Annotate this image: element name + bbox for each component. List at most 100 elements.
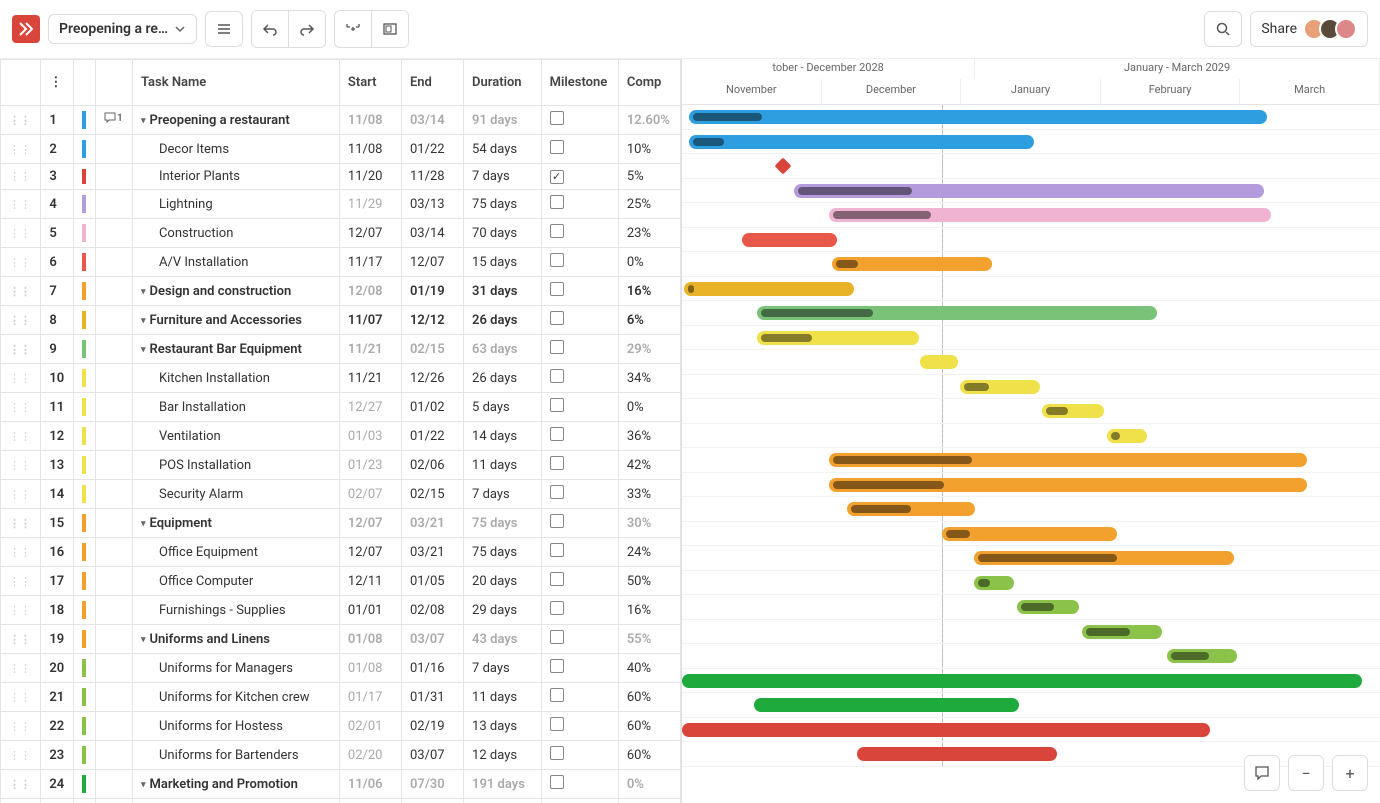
expand-icon[interactable]: ▾ [141,116,146,126]
drag-handle-icon[interactable]: ⋮⋮ [9,285,31,298]
task-completion[interactable]: 10% [618,135,680,164]
table-row[interactable]: ⋮⋮ 20 Uniforms for Managers 01/08 01/16 … [1,654,681,683]
gantt-row[interactable] [682,399,1380,424]
gantt-bar[interactable] [974,551,1234,565]
task-duration[interactable]: 75 days [464,538,542,567]
gantt-bar[interactable] [974,576,1014,590]
gantt-bar[interactable] [1082,625,1162,639]
gantt-row[interactable] [682,718,1380,743]
gantt-bar[interactable] [829,208,1271,222]
task-completion[interactable]: 16% [618,596,680,625]
drag-handle-icon[interactable]: ⋮⋮ [9,198,31,211]
milestone-diamond[interactable] [775,158,792,175]
table-row[interactable]: ⋮⋮ 14 Security Alarm 02/07 02/15 7 days … [1,480,681,509]
drag-handle-icon[interactable]: ⋮⋮ [9,517,31,530]
expand-icon[interactable]: ▾ [141,635,146,645]
task-start[interactable]: 02/20 [339,741,401,770]
task-end[interactable]: 02/06 [401,451,463,480]
expand-icon[interactable]: ▾ [141,316,146,326]
gantt-bar[interactable] [1167,649,1237,663]
table-row[interactable]: ⋮⋮ 9 ▾Restaurant Bar Equipment 11/21 02/… [1,335,681,364]
layout-button[interactable] [372,11,408,47]
task-start[interactable]: 11/29 [339,190,401,219]
expand-icon[interactable]: ▾ [141,780,146,790]
drag-handle-icon[interactable]: ⋮⋮ [9,256,31,269]
gantt-row[interactable] [682,424,1380,449]
task-start[interactable]: 02/07 [339,480,401,509]
table-row[interactable]: ⋮⋮ 21 Uniforms for Kitchen crew 01/17 01… [1,683,681,712]
milestone-checkbox[interactable] [550,340,564,354]
gantt-row[interactable] [682,252,1380,277]
col-end[interactable]: End [401,60,463,106]
task-start[interactable]: 01/17 [339,683,401,712]
gantt-bar[interactable] [1017,600,1079,614]
task-completion[interactable]: 0% [618,770,680,799]
task-end[interactable]: 03/21 [401,538,463,567]
task-end[interactable]: 02/19 [401,712,463,741]
task-end[interactable]: 12/07 [401,248,463,277]
task-end[interactable]: 12/26 [401,364,463,393]
task-completion[interactable]: 24% [618,538,680,567]
table-row[interactable]: ⋮⋮ 3 Interior Plants 11/20 11/28 7 days … [1,164,681,190]
table-row[interactable]: ⋮⋮ 16 Office Equipment 12/07 03/21 75 da… [1,538,681,567]
task-end[interactable]: 01/22 [401,422,463,451]
col-completion[interactable]: Comp [618,60,680,106]
gantt-bar[interactable] [829,453,1307,467]
gantt-row[interactable] [682,130,1380,155]
gantt-bar[interactable] [684,282,854,296]
gantt-row[interactable] [682,497,1380,522]
milestone-checkbox[interactable] [550,746,564,760]
milestone-checkbox[interactable] [550,170,564,184]
gantt-bar[interactable] [742,233,837,247]
table-row[interactable]: ⋮⋮ 12 Ventilation 01/03 01/22 14 days 36… [1,422,681,451]
task-start[interactable]: 11/20 [339,164,401,190]
task-completion[interactable]: 0% [618,393,680,422]
task-duration[interactable]: 43 days [464,799,542,803]
zoom-out-button[interactable]: − [1288,755,1324,791]
gantt-bar[interactable] [857,747,1057,761]
task-end[interactable]: 03/21 [401,509,463,538]
task-start[interactable]: 01/08 [339,625,401,654]
task-start[interactable]: 01/23 [339,451,401,480]
milestone-checkbox[interactable] [550,427,564,441]
task-completion[interactable]: 60% [618,712,680,741]
task-duration[interactable]: 26 days [464,306,542,335]
drag-handle-icon[interactable]: ⋮⋮ [9,720,31,733]
milestone-checkbox[interactable] [550,543,564,557]
task-completion[interactable]: 40% [618,654,680,683]
gantt-row[interactable] [682,228,1380,253]
task-end[interactable]: 03/14 [401,106,463,135]
task-duration[interactable]: 20 days [464,567,542,596]
drag-handle-icon[interactable]: ⋮⋮ [9,575,31,588]
task-completion[interactable]: 60% [618,741,680,770]
milestone-checkbox[interactable] [550,601,564,615]
task-end[interactable]: 01/05 [401,567,463,596]
task-completion[interactable]: 29% [618,335,680,364]
gantt-body[interactable] [682,105,1380,767]
task-completion[interactable]: 55% [618,625,680,654]
milestone-checkbox[interactable] [550,398,564,412]
gantt-bar[interactable] [794,184,1264,198]
expand-icon[interactable]: ▾ [141,287,146,297]
task-end[interactable]: 03/14 [401,219,463,248]
gantt-row[interactable] [682,644,1380,669]
gantt-row[interactable] [682,448,1380,473]
task-start[interactable]: 11/21 [339,364,401,393]
task-duration[interactable]: 43 days [464,625,542,654]
menu-button[interactable] [205,11,243,47]
gantt-row[interactable] [682,473,1380,498]
expand-icon[interactable]: ▾ [141,519,146,529]
milestone-checkbox[interactable] [550,456,564,470]
task-start[interactable]: 12/08 [339,277,401,306]
table-row[interactable]: ⋮⋮ 4 Lightning 11/29 03/13 75 days 25% [1,190,681,219]
share-button[interactable]: Share [1250,11,1368,47]
gantt-row[interactable] [682,203,1380,228]
milestone-checkbox[interactable] [550,369,564,383]
drag-handle-icon[interactable]: ⋮⋮ [9,488,31,501]
task-duration[interactable]: 75 days [464,509,542,538]
gantt-row[interactable] [682,105,1380,130]
task-start[interactable]: 11/20 [339,799,401,803]
table-row[interactable]: ⋮⋮ 5 Construction 12/07 03/14 70 days 23… [1,219,681,248]
task-completion[interactable]: 12.60% [618,106,680,135]
task-completion[interactable]: 50% [618,567,680,596]
